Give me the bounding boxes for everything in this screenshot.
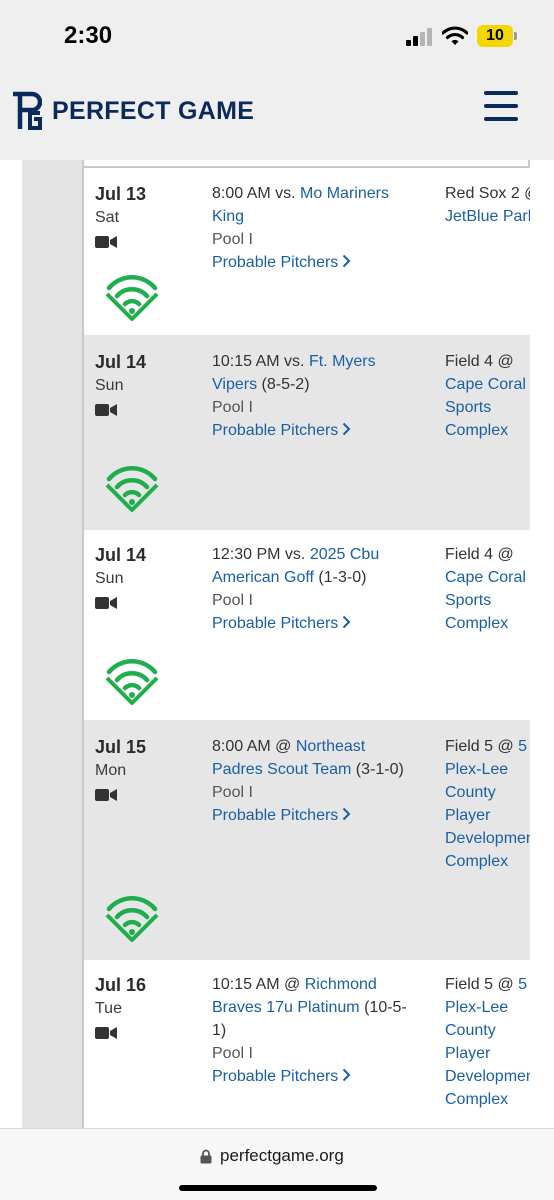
url-text: perfectgame.org xyxy=(220,1146,344,1165)
hamburger-menu-button[interactable] xyxy=(482,91,520,123)
game-day-of-week: Sat xyxy=(95,209,120,226)
probable-pitchers-label: Probable Pitchers xyxy=(212,807,339,824)
site-header: PERFECT GAME xyxy=(0,66,554,160)
right-margin xyxy=(530,160,554,1128)
pool-label: Pool I xyxy=(212,399,253,416)
venue-link[interactable]: 5 Plex-Lee County Player Development Com… xyxy=(445,976,530,1108)
home-indicator[interactable] xyxy=(179,1185,377,1191)
game-location: Field 4 @ Cape Coral Sports Complex xyxy=(445,350,530,442)
probable-pitchers-label: Probable Pitchers xyxy=(212,1068,339,1085)
brand-name[interactable]: PERFECT GAME xyxy=(52,97,254,126)
battery-indicator: 10 xyxy=(477,25,513,47)
opponent-record: (1-3-0) xyxy=(318,569,367,586)
game-date: Jul 15 xyxy=(95,737,147,757)
cellular-signal-icon xyxy=(406,28,434,46)
game-day-of-week: Mon xyxy=(95,762,127,779)
pg-logo-icon[interactable] xyxy=(10,91,42,131)
wifi-icon xyxy=(442,26,468,45)
status-time: 2:30 xyxy=(64,22,113,49)
game-time: 10:15 AM @ xyxy=(212,976,301,993)
probable-pitchers-link[interactable]: Probable Pitchers xyxy=(212,251,418,274)
chevron-right-icon xyxy=(343,422,351,436)
field-label: Field 5 @ xyxy=(445,738,514,755)
probable-pitchers-label: Probable Pitchers xyxy=(212,254,339,271)
game-info: 10:15 AM @ Richmond Braves 17u Platinum … xyxy=(212,973,418,1088)
probable-pitchers-link[interactable]: Probable Pitchers xyxy=(212,612,418,635)
venue-link[interactable]: JetBlue Park xyxy=(445,208,530,225)
venue-link[interactable]: Cape Coral Sports Complex xyxy=(445,376,526,439)
browser-address-bar[interactable]: perfectgame.org xyxy=(0,1128,554,1200)
game-info: 12:30 PM vs. 2025 Cbu American Goff (1-3… xyxy=(212,543,418,635)
field-label: Field 4 @ xyxy=(445,546,514,563)
game-day-of-week: Tue xyxy=(95,1000,122,1017)
battery-nub xyxy=(514,32,517,40)
battery-level: 10 xyxy=(486,27,504,44)
video-camera-icon[interactable] xyxy=(95,403,117,417)
pool-label: Pool I xyxy=(212,231,253,248)
game-location: Field 5 @ 5 Plex-Lee County Player Devel… xyxy=(445,973,530,1111)
chevron-right-icon xyxy=(343,254,351,268)
game-location: Field 4 @ Cape Coral Sports Complex xyxy=(445,543,530,635)
game-info: 10:15 AM vs. Ft. Myers Vipers (8-5-2) Po… xyxy=(212,350,418,442)
game-row: Jul 15 Mon 8:00 AM @ Northeast Padres Sc… xyxy=(84,720,530,960)
live-field-icon[interactable] xyxy=(104,463,160,513)
probable-pitchers-label: Probable Pitchers xyxy=(212,615,339,632)
chevron-right-icon xyxy=(343,1068,351,1082)
game-day-of-week: Sun xyxy=(95,570,124,587)
game-date: Jul 13 xyxy=(95,184,147,204)
venue-link[interactable]: Cape Coral Sports Complex xyxy=(445,569,526,632)
chevron-right-icon xyxy=(343,807,351,821)
video-camera-icon[interactable] xyxy=(95,1026,117,1040)
field-label: Field 5 @ xyxy=(445,976,514,993)
video-camera-icon[interactable] xyxy=(95,235,117,249)
field-label: Field 4 @ xyxy=(445,353,514,370)
live-field-icon[interactable] xyxy=(104,656,160,706)
game-info: 8:00 AM @ Northeast Padres Scout Team (3… xyxy=(212,735,418,827)
probable-pitchers-link[interactable]: Probable Pitchers xyxy=(212,419,418,442)
game-time: 8:00 AM vs. xyxy=(212,185,296,202)
venue-link[interactable]: 5 Plex-Lee County Player Development Com… xyxy=(445,738,530,870)
pool-label: Pool I xyxy=(212,784,253,801)
video-camera-icon[interactable] xyxy=(95,596,117,610)
game-time: 12:30 PM vs. xyxy=(212,546,306,563)
left-gutter xyxy=(22,160,82,1128)
game-time: 10:15 AM vs. xyxy=(212,353,305,370)
lock-icon xyxy=(200,1149,212,1164)
live-field-icon[interactable] xyxy=(104,893,160,943)
pool-label: Pool I xyxy=(212,1045,253,1062)
game-date: Jul 14 xyxy=(95,545,147,565)
game-date: Jul 14 xyxy=(95,352,147,372)
game-row: Jul 13 Sat 8:00 AM vs. Mo Mariners King … xyxy=(84,168,530,335)
probable-pitchers-link[interactable]: Probable Pitchers xyxy=(212,1065,418,1088)
live-field-icon[interactable] xyxy=(104,272,160,322)
opponent-record: (8-5-2) xyxy=(261,376,310,393)
game-info: 8:00 AM vs. Mo Mariners King Pool I Prob… xyxy=(212,182,418,274)
game-row: Jul 14 Sun 10:15 AM vs. Ft. Myers Vipers… xyxy=(84,335,530,530)
game-day-of-week: Sun xyxy=(95,377,124,394)
game-row: Jul 16 Tue 10:15 AM @ Richmond Braves 17… xyxy=(84,960,530,1128)
video-camera-icon[interactable] xyxy=(95,788,117,802)
opponent-record: (3-1-0) xyxy=(355,761,404,778)
game-location: Red Sox 2 @ JetBlue Park xyxy=(445,182,530,228)
game-location: Field 5 @ 5 Plex-Lee County Player Devel… xyxy=(445,735,530,873)
game-time: 8:00 AM @ xyxy=(212,738,292,755)
pool-label: Pool I xyxy=(212,592,253,609)
game-date: Jul 16 xyxy=(95,975,147,995)
probable-pitchers-link[interactable]: Probable Pitchers xyxy=(212,804,418,827)
game-row: Jul 14 Sun 12:30 PM vs. 2025 Cbu America… xyxy=(84,530,530,720)
game-schedule-list: Jul 13 Sat 8:00 AM vs. Mo Mariners King … xyxy=(84,168,530,1128)
probable-pitchers-label: Probable Pitchers xyxy=(212,422,339,439)
status-bar: 2:30 10 xyxy=(0,0,554,66)
chevron-right-icon xyxy=(343,615,351,629)
field-label: Red Sox 2 @ xyxy=(445,185,530,202)
